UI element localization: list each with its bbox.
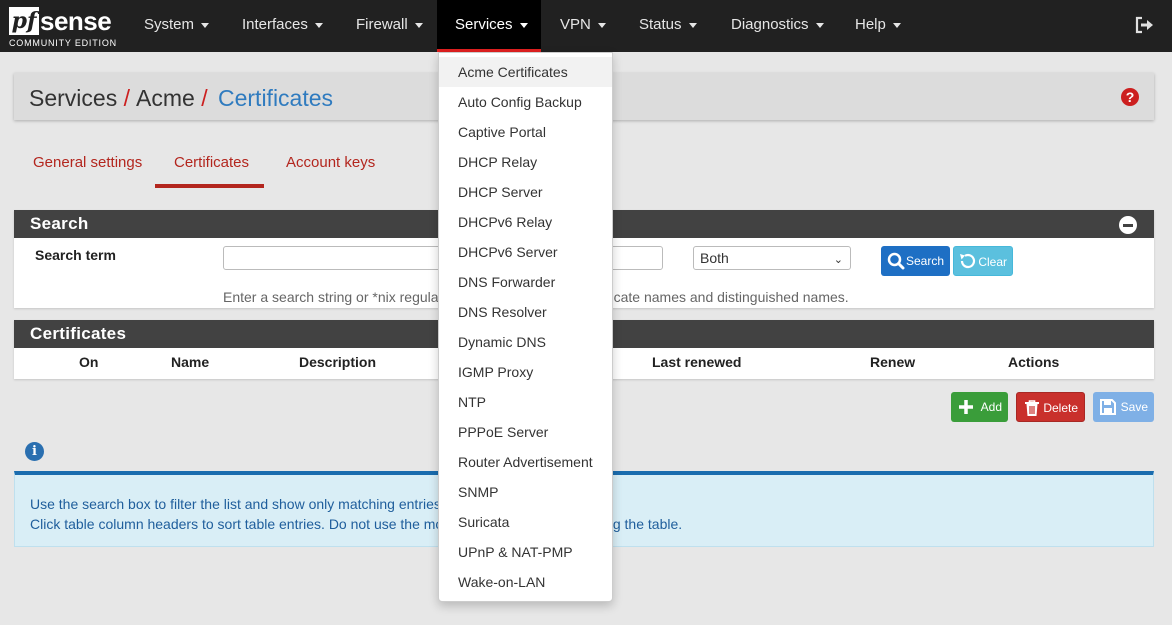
nav-system[interactable]: System	[144, 0, 210, 49]
certificates-panel-title: Certificates	[30, 324, 127, 343]
top-navbar: pf sense COMMUNITY EDITION System Interf…	[0, 0, 1172, 52]
caret-down-icon	[688, 22, 697, 28]
menu-item-ntp[interactable]: NTP	[439, 387, 612, 417]
menu-item-dhcp-server[interactable]: DHCP Server	[439, 177, 612, 207]
breadcrumb-acme[interactable]: Acme /	[136, 84, 208, 112]
logout-icon[interactable]	[1135, 16, 1155, 34]
logo-sense: sense	[40, 6, 112, 36]
nav-status-label: Status	[639, 16, 682, 33]
add-button-label: Add	[980, 400, 1002, 414]
question-circle-icon[interactable]: ?	[1121, 88, 1139, 106]
nav-diagnostics[interactable]: Diagnostics	[731, 0, 824, 49]
breadcrumb-separator: /	[123, 85, 130, 111]
column-header-name[interactable]: Name	[171, 354, 209, 370]
menu-item-dns-resolver[interactable]: DNS Resolver	[439, 297, 612, 327]
tab-certificates[interactable]: Certificates	[174, 154, 249, 171]
nav-services[interactable]: Services	[437, 0, 541, 52]
menu-item-router-advertisement[interactable]: Router Advertisement	[439, 447, 612, 477]
nav-vpn-label: VPN	[560, 16, 591, 33]
menu-item-dynamic-dns[interactable]: Dynamic DNS	[439, 327, 612, 357]
save-icon	[1100, 399, 1116, 415]
menu-item-igmp-proxy[interactable]: IGMP Proxy	[439, 357, 612, 387]
tab-general-settings[interactable]: General settings	[33, 154, 142, 171]
breadcrumb-certificates[interactable]: Certificates	[218, 84, 333, 112]
clear-button[interactable]: Clear	[953, 246, 1013, 276]
delete-button[interactable]: Delete	[1016, 392, 1085, 422]
menu-item-dns-forwarder[interactable]: DNS Forwarder	[439, 267, 612, 297]
breadcrumb-separator: /	[201, 85, 208, 111]
add-button[interactable]: Add	[951, 392, 1008, 422]
nav-diagnostics-label: Diagnostics	[731, 16, 809, 33]
logo-pf: pf	[9, 7, 39, 35]
nav-interfaces[interactable]: Interfaces	[242, 0, 323, 49]
save-button[interactable]: Save	[1093, 392, 1154, 422]
undo-icon	[960, 253, 976, 269]
trash-icon	[1025, 400, 1039, 416]
search-term-label: Search term	[35, 247, 116, 263]
menu-item-dhcpv6-relay[interactable]: DHCPv6 Relay	[439, 207, 612, 237]
search-scope-value: Both	[700, 250, 729, 266]
caret-down-icon	[815, 22, 824, 28]
column-header-renew[interactable]: Renew	[870, 354, 915, 370]
chevron-down-icon: ⌄	[833, 254, 843, 266]
search-button[interactable]: Search	[881, 246, 950, 276]
active-tab-indicator	[155, 184, 264, 188]
info-line-1: Use the search box to filter the list an…	[30, 496, 445, 512]
nav-firewall-label: Firewall	[356, 16, 408, 33]
collapse-minus-icon[interactable]	[1119, 216, 1137, 234]
nav-interfaces-label: Interfaces	[242, 16, 308, 33]
caret-down-icon	[314, 22, 323, 28]
search-button-label: Search	[905, 254, 944, 268]
menu-item-captive-portal[interactable]: Captive Portal	[439, 117, 612, 147]
caret-down-icon	[414, 22, 423, 28]
caret-down-icon	[519, 22, 528, 28]
menu-item-snmp[interactable]: SNMP	[439, 477, 612, 507]
nav-services-label: Services	[455, 16, 513, 33]
nav-status[interactable]: Status	[639, 0, 697, 49]
nav-system-label: System	[144, 16, 195, 33]
menu-item-dhcpv6-server[interactable]: DHCPv6 Server	[439, 237, 612, 267]
column-header-actions[interactable]: Actions	[1008, 354, 1059, 370]
menu-item-dhcp-relay[interactable]: DHCP Relay	[439, 147, 612, 177]
menu-item-suricata[interactable]: Suricata	[439, 507, 612, 537]
clear-button-label: Clear	[978, 255, 1007, 269]
nav-help[interactable]: Help	[855, 0, 901, 49]
column-header-last-renewed[interactable]: Last renewed	[652, 354, 741, 370]
nav-vpn[interactable]: VPN	[560, 0, 606, 49]
services-dropdown-menu: Acme Certificates Auto Config Backup Cap…	[438, 52, 613, 602]
menu-item-acme-certificates[interactable]: Acme Certificates	[439, 57, 612, 87]
search-scope-select[interactable]: Both ⌄	[693, 246, 851, 270]
column-header-description[interactable]: Description	[299, 354, 376, 370]
breadcrumb-services[interactable]: Services /	[29, 84, 130, 112]
logo-edition: COMMUNITY EDITION	[9, 38, 117, 48]
info-icon[interactable]: i	[25, 442, 44, 461]
pfsense-logo[interactable]: pf sense COMMUNITY EDITION	[9, 5, 119, 49]
caret-down-icon	[201, 22, 210, 28]
save-button-label: Save	[1120, 400, 1148, 414]
nav-firewall[interactable]: Firewall	[356, 0, 423, 49]
menu-item-wake-on-lan[interactable]: Wake-on-LAN	[439, 567, 612, 597]
column-header-on[interactable]: On	[79, 354, 98, 370]
menu-item-upnp-nat-pmp[interactable]: UPnP & NAT-PMP	[439, 537, 612, 567]
nav-help-label: Help	[855, 16, 886, 33]
caret-down-icon	[892, 22, 901, 28]
caret-down-icon	[597, 22, 606, 28]
plus-icon	[959, 400, 973, 414]
search-icon	[887, 252, 905, 270]
search-panel-title: Search	[30, 214, 89, 233]
menu-item-auto-config-backup[interactable]: Auto Config Backup	[439, 87, 612, 117]
menu-item-pppoe-server[interactable]: PPPoE Server	[439, 417, 612, 447]
delete-button-label: Delete	[1043, 401, 1078, 415]
tab-account-keys[interactable]: Account keys	[286, 154, 375, 171]
